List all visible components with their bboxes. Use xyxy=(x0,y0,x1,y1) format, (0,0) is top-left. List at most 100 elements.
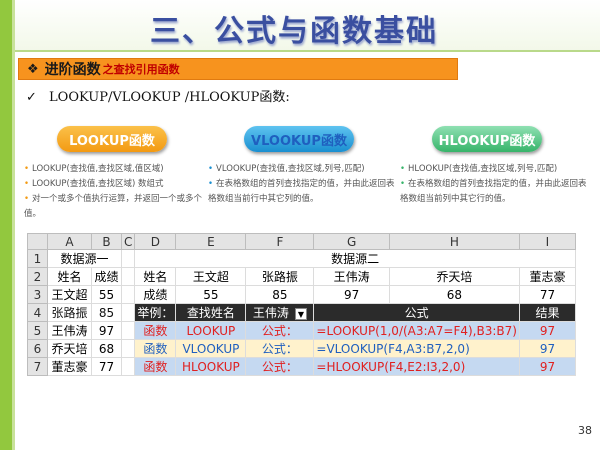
page-number: 38 xyxy=(578,424,592,437)
check-bullet: ✓ LOOKUP/VLOOKUP /HLOOKUP函数: xyxy=(26,86,290,105)
cell[interactable]: 85 xyxy=(245,285,315,304)
row-header[interactable]: 7 xyxy=(27,357,48,376)
cell[interactable]: 公式： xyxy=(245,339,315,358)
col-header-g[interactable]: G xyxy=(313,233,390,250)
cell[interactable]: 董志豪 xyxy=(47,357,92,376)
formula-cell[interactable]: =LOOKUP(1,0/(A3:A7=F4),B3:B7) xyxy=(313,321,520,340)
cell[interactable]: 77 xyxy=(518,285,576,304)
cell[interactable]: 王伟涛 xyxy=(313,267,390,286)
formula-cell[interactable]: =HLOOKUP(F4,E2:I3,2,0) xyxy=(313,357,520,376)
cell[interactable]: 成绩 xyxy=(134,285,177,304)
table-row: 4 张路振 85 举例： 查找姓名 王伟涛 ▼ 公式 结果 xyxy=(27,303,576,322)
col-header-b[interactable]: B xyxy=(91,233,122,250)
table-row: 2 姓名 成绩 姓名 王文超 张路振 王伟涛 乔天培 董志豪 xyxy=(27,267,576,286)
col-header-e[interactable]: E xyxy=(175,233,247,250)
cell[interactable] xyxy=(120,303,136,322)
cell[interactable] xyxy=(120,249,136,268)
corner-cell[interactable] xyxy=(27,233,48,250)
cell[interactable]: 97 xyxy=(91,321,122,340)
cell[interactable]: 函数 xyxy=(134,357,177,376)
cell[interactable]: 函数 xyxy=(134,321,177,340)
cell[interactable]: 55 xyxy=(91,285,122,304)
cell[interactable]: 公式： xyxy=(245,321,315,340)
bullet-icon: • xyxy=(400,164,406,174)
cell[interactable]: VLOOKUP xyxy=(175,339,247,358)
title-divider xyxy=(15,50,600,52)
cell-source1-title[interactable]: 数据源一 xyxy=(47,249,122,268)
spreadsheet-grid: A B C D E F G H I 1 数据源一 数据源二 2 姓名 成绩 姓名… xyxy=(27,233,576,376)
column-header-row: A B C D E F G H I xyxy=(27,233,576,250)
left-accent-bar xyxy=(0,0,12,450)
lookup-name-cell[interactable]: 王伟涛 ▼ xyxy=(245,303,315,322)
table-row: 6 乔天培 68 函数 VLOOKUP 公式： =VLOOKUP(F4,A3:B… xyxy=(27,339,576,358)
col-header-i[interactable]: I xyxy=(518,233,576,250)
pill-hlookup: HLOOKUP函数 xyxy=(432,126,542,152)
table-row: 7 董志豪 77 函数 HLOOKUP 公式： =HLOOKUP(F4,E2:I… xyxy=(27,357,576,376)
cell[interactable] xyxy=(120,267,136,286)
cell[interactable]: 85 xyxy=(91,303,122,322)
bullet-icon: • xyxy=(208,179,214,189)
slide-title: 三、公式与函数基础 xyxy=(150,14,438,49)
cell[interactable]: 姓名 xyxy=(47,267,92,286)
vlookup-description: • VLOOKUP(查找值,查找区域,列号,匹配) • 在表格数组的首列查找指定的值… xyxy=(208,164,395,204)
bullet-icon: • xyxy=(208,164,214,174)
bullet-icon: • xyxy=(400,179,406,189)
cell[interactable]: 王伟涛 xyxy=(47,321,92,340)
cell[interactable]: 姓名 xyxy=(134,267,177,286)
cell[interactable]: 乔天培 xyxy=(388,267,520,286)
cell[interactable] xyxy=(120,321,136,340)
formula-cell[interactable]: =VLOOKUP(F4,A3:B7,2,0) xyxy=(313,339,520,358)
table-row: 3 王文超 55 成绩 55 85 97 68 77 xyxy=(27,285,576,304)
col-header-f[interactable]: F xyxy=(245,233,315,250)
col-header-a[interactable]: A xyxy=(47,233,92,250)
cell-source2-title[interactable]: 数据源二 xyxy=(134,249,576,268)
cell[interactable]: 函数 xyxy=(134,339,177,358)
section-label: 进阶函数 xyxy=(44,62,101,78)
row-header[interactable]: 2 xyxy=(27,267,48,286)
cell[interactable] xyxy=(120,285,136,304)
bullet-icon: • xyxy=(24,194,30,204)
col-header-d[interactable]: D xyxy=(134,233,177,250)
check-text: LOOKUP/VLOOKUP /HLOOKUP函数: xyxy=(49,90,290,105)
cell[interactable]: 公式： xyxy=(245,357,315,376)
cell[interactable]: 王文超 xyxy=(175,267,247,286)
row-header[interactable]: 4 xyxy=(27,303,48,322)
cell[interactable]: 乔天培 xyxy=(47,339,92,358)
row-header[interactable]: 5 xyxy=(27,321,48,340)
cell[interactable]: 97 xyxy=(518,339,576,358)
diamond-bullet-icon: ❖ xyxy=(27,61,39,77)
hlookup-description: • HLOOKUP(查找值,查找区域,列号,匹配) • 在表格数组的首列查找指定的值… xyxy=(400,164,587,204)
cell[interactable]: 查找姓名 xyxy=(175,303,247,322)
pill-vlookup: VLOOKUP函数 xyxy=(244,126,354,152)
cell[interactable]: 公式 xyxy=(313,303,520,322)
section-sublabel: 之查找引用函数 xyxy=(102,63,180,76)
bullet-icon: • xyxy=(24,179,30,189)
cell[interactable]: 张路振 xyxy=(47,303,92,322)
section-header: ❖ 进阶函数 之查找引用函数 xyxy=(18,58,458,80)
cell[interactable]: HLOOKUP xyxy=(175,357,247,376)
cell[interactable] xyxy=(120,339,136,358)
cell[interactable]: 97 xyxy=(518,321,576,340)
cell[interactable]: 55 xyxy=(175,285,247,304)
cell[interactable]: 97 xyxy=(313,285,390,304)
col-header-c[interactable]: C xyxy=(120,233,136,250)
row-header[interactable]: 1 xyxy=(27,249,48,268)
cell[interactable]: 68 xyxy=(91,339,122,358)
row-header[interactable]: 3 xyxy=(27,285,48,304)
cell[interactable]: 举例： xyxy=(134,303,177,322)
col-header-h[interactable]: H xyxy=(388,233,520,250)
dropdown-arrow-icon[interactable]: ▼ xyxy=(294,307,307,320)
cell[interactable]: 结果 xyxy=(518,303,576,322)
cell[interactable]: 张路振 xyxy=(245,267,315,286)
cell[interactable]: 77 xyxy=(91,357,122,376)
left-accent-stripe xyxy=(12,0,15,450)
cell[interactable]: 97 xyxy=(518,357,576,376)
cell[interactable]: LOOKUP xyxy=(175,321,247,340)
row-header[interactable]: 6 xyxy=(27,339,48,358)
table-row: 5 王伟涛 97 函数 LOOKUP 公式： =LOOKUP(1,0/(A3:A… xyxy=(27,321,576,340)
cell[interactable] xyxy=(120,357,136,376)
cell[interactable]: 68 xyxy=(388,285,520,304)
cell[interactable]: 董志豪 xyxy=(518,267,576,286)
cell[interactable]: 王文超 xyxy=(47,285,92,304)
cell[interactable]: 成绩 xyxy=(91,267,122,286)
